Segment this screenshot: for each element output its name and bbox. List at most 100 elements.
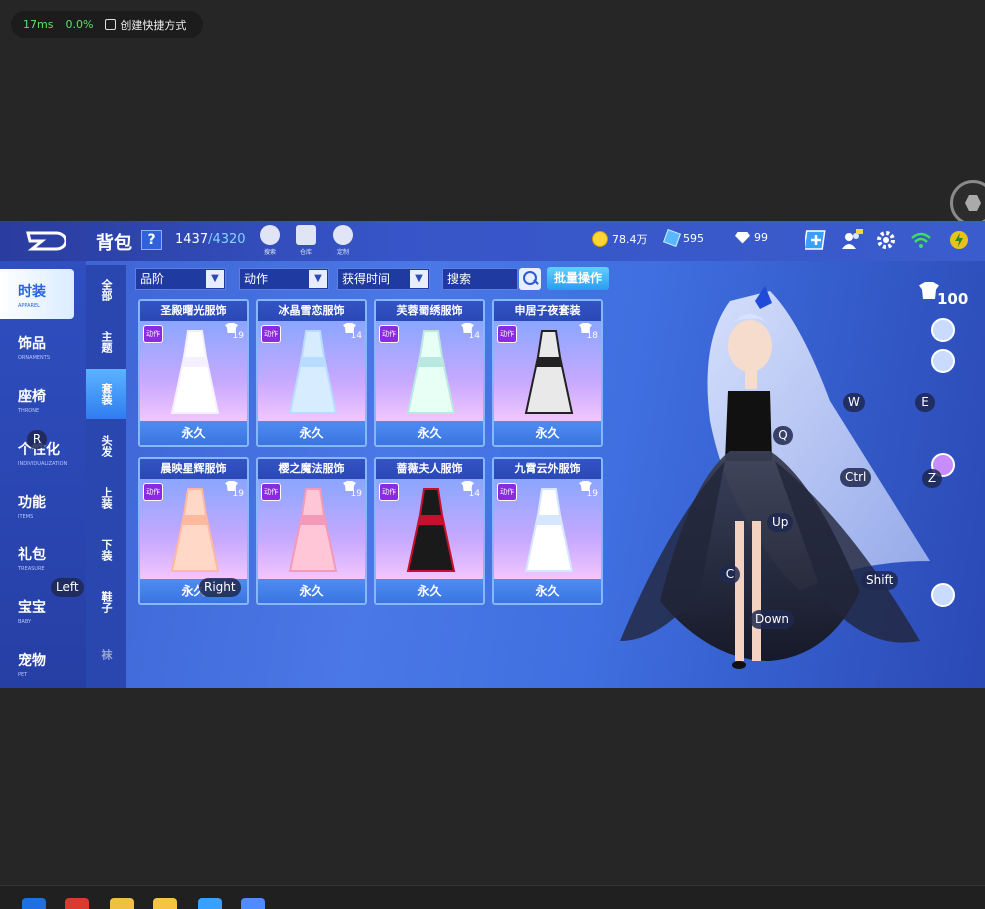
add-currency-icon[interactable] — [805, 229, 827, 251]
create-shortcut-label: 创建快捷方式 — [120, 18, 187, 32]
nav-ornaments[interactable]: 饰品 ORNAMENTS — [0, 321, 86, 371]
sub-tab-top[interactable]: 上装 — [86, 473, 126, 523]
search-input[interactable]: 搜索 — [442, 268, 518, 290]
item-card[interactable]: 芙蓉蜀绣服饰 动作 14 永久 — [374, 299, 485, 447]
friends-icon[interactable] — [841, 229, 863, 251]
action-filter[interactable]: 动作 ▼ — [239, 268, 329, 290]
search-tool-label: 搜索 — [263, 249, 276, 256]
nav-treasure-sub: TREASURE — [18, 566, 45, 572]
latency-value: 17ms — [23, 18, 54, 31]
acquired-time-filter[interactable]: 获得时间 ▼ — [337, 268, 430, 290]
key-hint-down: Down — [750, 610, 795, 629]
nav-apparel-sub: APPAREL — [18, 303, 40, 309]
sub-tab-all[interactable]: 全部 — [86, 265, 126, 315]
item-level: 18 — [586, 331, 598, 341]
dress-body — [170, 330, 220, 414]
key-hint-c: C — [720, 565, 740, 584]
edge-icon[interactable] — [22, 898, 46, 909]
chevron-down-icon: ▼ — [309, 270, 327, 288]
warehouse-button[interactable]: 仓库 — [294, 225, 318, 257]
level-badge: 19 — [576, 481, 598, 499]
item-card[interactable]: 冰晶雪恋服饰 动作 14 永久 — [256, 299, 367, 447]
nav-pet[interactable]: 宠物 PET — [0, 638, 86, 688]
customize-button[interactable]: 定制 — [331, 225, 355, 257]
item-card[interactable]: 九霄云外服饰 动作 19 永久 — [492, 457, 603, 605]
nav-baby-sub: BABY — [18, 619, 32, 625]
folder-icon[interactable] — [153, 898, 177, 909]
sub-tab-suit[interactable]: 套装 — [86, 369, 126, 419]
diamond-value: 99 — [754, 231, 768, 244]
key-hint-z: Z — [922, 469, 942, 488]
action-badge: 动作 — [143, 325, 163, 343]
dress-body — [406, 488, 456, 572]
sub-tab-bottom[interactable]: 下装 — [86, 525, 126, 575]
warehouse-icon — [296, 225, 316, 245]
sub-tab-hair[interactable]: 头发 — [86, 421, 126, 471]
battery-icon — [950, 231, 968, 249]
grade-filter[interactable]: 品阶 ▼ — [135, 268, 226, 290]
item-duration: 永久 — [494, 579, 601, 603]
item-name: 芙蓉蜀绣服饰 — [376, 301, 483, 321]
dress-icon — [170, 330, 220, 414]
camera-icon[interactable] — [931, 318, 955, 342]
gear-icon[interactable] — [875, 229, 897, 251]
chevron-down-icon: ▼ — [410, 270, 428, 288]
dress-trim — [418, 357, 444, 367]
level-badge: 14 — [458, 481, 480, 499]
app-icon[interactable] — [110, 898, 134, 909]
nav-pet-sub: PET — [18, 672, 28, 678]
wardrobe-count: 100 — [937, 290, 969, 308]
nav-apparel[interactable]: 时装 APPAREL — [0, 269, 74, 319]
calendar-icon[interactable] — [198, 898, 222, 909]
key-hint-right: Right — [199, 578, 241, 597]
coin-icon — [592, 231, 608, 247]
nav-treasure[interactable]: 礼包 TREASURE — [0, 532, 86, 582]
acquired-time-label: 获得时间 — [342, 272, 391, 286]
search-icon[interactable] — [519, 268, 541, 290]
item-card[interactable]: 圣殿曙光服饰 动作 19 永久 — [138, 299, 249, 447]
sub-tab-socks[interactable]: 袜 — [86, 629, 126, 679]
taskbar — [0, 885, 985, 909]
item-level: 19 — [586, 489, 598, 499]
key-hint-e: E — [915, 393, 935, 412]
item-level: 14 — [468, 489, 480, 499]
item-duration: 永久 — [376, 421, 483, 445]
dress-trim — [536, 357, 562, 367]
capacity-used: 1437 — [175, 232, 209, 247]
dress-body — [406, 330, 456, 414]
nav-ornaments-label: 饰品 — [18, 336, 46, 352]
dress-icon — [170, 488, 220, 572]
nav-pet-label: 宠物 — [18, 653, 46, 669]
item-card[interactable]: 樱之魔法服饰 动作 19 永久 — [256, 457, 367, 605]
nav-apparel-label: 时装 — [18, 284, 46, 300]
nav-treasure-label: 礼包 — [18, 547, 46, 563]
grade-filter-label: 品阶 — [140, 272, 165, 286]
key-hint-r: R — [27, 430, 47, 449]
action-badge: 动作 — [261, 483, 281, 501]
level-badge: 14 — [340, 323, 362, 341]
settings-hex-button[interactable] — [950, 180, 985, 226]
nav-throne[interactable]: 座椅 THRONE — [0, 374, 86, 424]
music-icon[interactable] — [931, 349, 955, 373]
create-shortcut-button[interactable]: 创建快捷方式 — [105, 17, 186, 33]
item-card[interactable]: 蔷薇夫人服饰 动作 14 永久 — [374, 457, 485, 605]
voucher-icon — [663, 229, 681, 247]
action-filter-label: 动作 — [244, 272, 269, 286]
dress-body — [524, 488, 574, 572]
help-button[interactable]: ? — [141, 230, 162, 250]
item-name: 晨映星辉服饰 — [140, 459, 247, 479]
chrome-icon[interactable] — [65, 898, 89, 909]
sub-tab-theme[interactable]: 主题 — [86, 317, 126, 367]
outfit-icon[interactable] — [931, 583, 955, 607]
dress-body — [288, 330, 338, 414]
key-hint-w: W — [843, 393, 865, 412]
sub-tab-shoes[interactable]: 鞋子 — [86, 577, 126, 627]
sub-category-nav: 全部 主题 套装 头发 上装 下装 鞋子 袜 — [86, 265, 126, 688]
active-app-icon[interactable] — [241, 898, 265, 909]
search-bulb-icon — [260, 225, 280, 245]
nav-items[interactable]: 功能 ITEMS — [0, 480, 86, 530]
search-tool-button[interactable]: 搜索 — [258, 225, 282, 257]
item-level: 19 — [350, 489, 362, 499]
item-card[interactable]: 申居子夜套装 动作 18 永久 — [492, 299, 603, 447]
item-duration: 永久 — [258, 579, 365, 603]
